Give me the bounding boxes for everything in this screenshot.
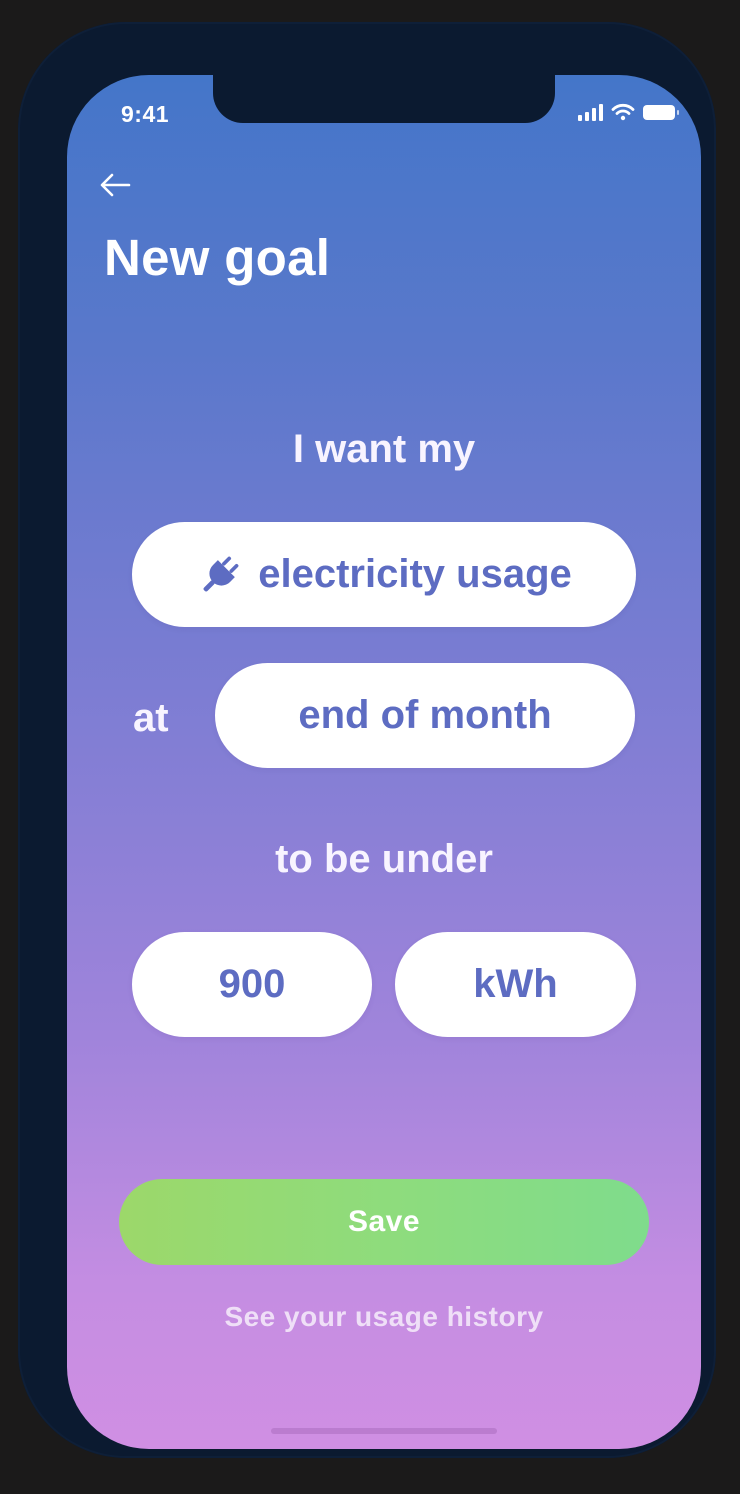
amount-input[interactable]: 900 (132, 932, 372, 1037)
metric-label: electricity usage (258, 552, 572, 596)
device-notch (213, 75, 555, 123)
usage-history-link[interactable]: See your usage history (67, 1301, 701, 1333)
timeframe-selector[interactable]: end of month (215, 663, 635, 768)
status-time: 9:41 (121, 101, 170, 127)
at-label: at (133, 696, 169, 740)
plug-icon (203, 556, 239, 591)
battery-icon (643, 104, 679, 120)
save-button[interactable]: Save (119, 1179, 649, 1265)
metric-selector[interactable]: electricity usage (132, 522, 636, 627)
page-title: New goal (104, 229, 331, 286)
unit-value: kWh (473, 962, 558, 1006)
back-arrow-icon[interactable] (97, 170, 133, 200)
unit-selector[interactable]: kWh (395, 932, 636, 1037)
status-icons (578, 103, 679, 121)
goal-intro-label: I want my (292, 427, 476, 471)
timeframe-label: end of month (298, 693, 552, 737)
phone-frame: 9:41 New goal I want my electricity usag… (18, 22, 716, 1458)
wifi-icon (611, 103, 635, 121)
condition-label: to be under (275, 837, 493, 881)
home-indicator[interactable] (271, 1428, 497, 1434)
app-screen: 9:41 New goal I want my electricity usag… (67, 75, 701, 1449)
amount-value: 900 (218, 962, 286, 1006)
signal-icon (578, 103, 603, 121)
